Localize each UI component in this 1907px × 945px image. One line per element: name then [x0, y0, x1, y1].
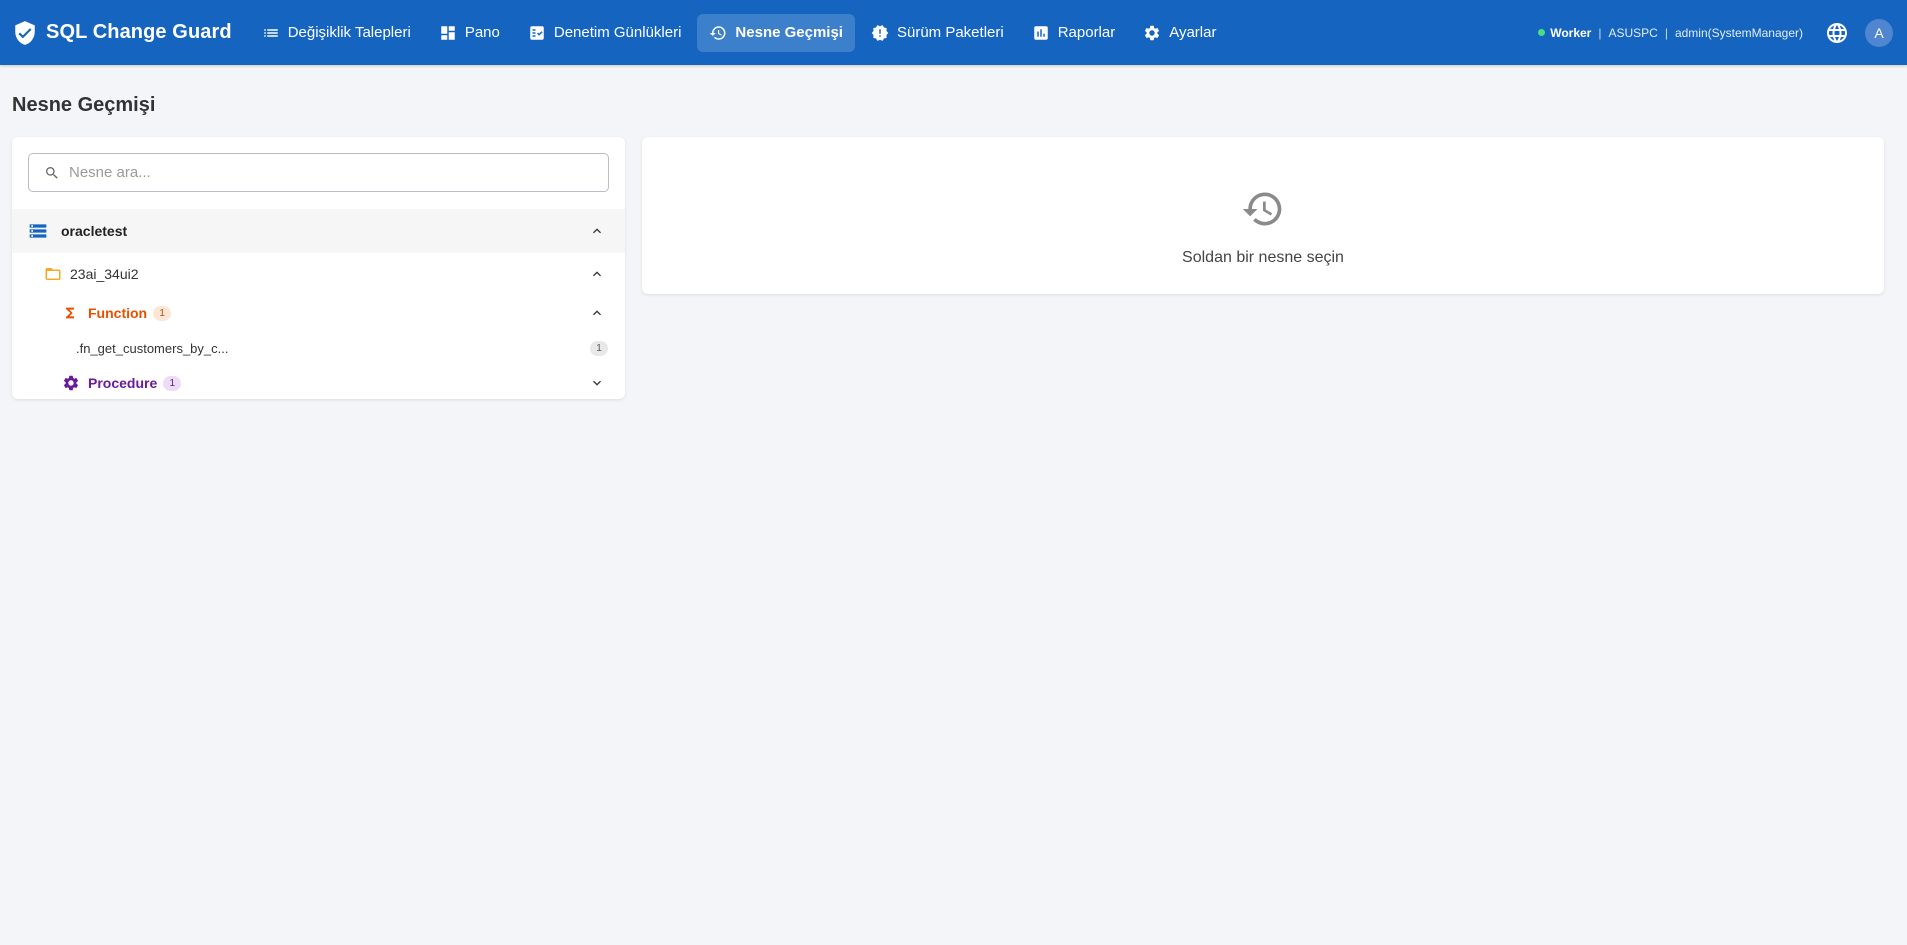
page-title: Nesne Geçmişi — [12, 94, 156, 116]
globe-icon[interactable] — [1825, 21, 1849, 45]
search-icon — [46, 166, 58, 179]
nav-item-surum-paketleri[interactable]: Sürüm Paketleri — [859, 14, 1016, 52]
count-badge: 1 — [163, 375, 182, 391]
sigma-icon — [66, 307, 74, 319]
nav-item-pano[interactable]: Pano — [427, 14, 512, 52]
tree-database-oracletest[interactable]: oracletest — [12, 209, 625, 253]
nav-item-ayarlar[interactable]: Ayarlar — [1131, 14, 1228, 52]
tree-object-function[interactable]: .fn_get_customers_by_c... 1 — [12, 331, 625, 365]
nav-item-label: Değişiklik Talepleri — [287, 24, 411, 41]
nav-item-label: Ayarlar — [1169, 24, 1217, 41]
nav-item-degisiklik-talepleri[interactable]: Değişiklik Talepleri — [250, 14, 423, 52]
tree-item-label: 23ai_34ui2 — [70, 266, 139, 282]
search-box — [28, 153, 609, 192]
avatar[interactable]: A — [1865, 18, 1893, 47]
database-icon — [29, 224, 47, 238]
object-detail-panel: Soldan bir nesne seçin — [642, 137, 1884, 294]
chevron-up-icon[interactable] — [589, 305, 605, 321]
tree-group-function[interactable]: Function 1 — [12, 294, 625, 332]
list-icon — [263, 28, 278, 37]
count-badge: 1 — [153, 305, 172, 321]
tree-schema[interactable]: 23ai_34ui2 — [12, 255, 625, 293]
chevron-up-icon[interactable] — [589, 223, 605, 239]
separator: | — [1664, 25, 1668, 40]
nav-item-label: Raporlar — [1057, 24, 1116, 41]
gear-icon — [1145, 25, 1160, 40]
tree-item-label: oracletest — [61, 223, 128, 239]
dashboard-icon — [441, 25, 455, 40]
chevron-down-icon[interactable] — [589, 375, 605, 391]
main-nav: Değişiklik Talepleri Pano Denetim Günlük… — [250, 0, 1233, 65]
gear-icon — [63, 375, 79, 391]
tree-item-label: .fn_get_customers_by_c... — [76, 340, 229, 356]
topbar-right: Worker | ASUSPC | admin(SystemManager) A — [1538, 0, 1907, 65]
empty-state-text: Soldan bir nesne seçin — [1182, 249, 1344, 266]
nav-item-label: Nesne Geçmişi — [735, 24, 843, 41]
shield-check-icon — [15, 20, 35, 45]
tree-item-label: Function — [88, 305, 148, 321]
nav-item-label: Sürüm Paketleri — [896, 24, 1004, 41]
nav-item-label: Denetim Günlükleri — [553, 24, 682, 41]
bar-chart-icon — [1033, 25, 1048, 40]
nav-item-nesne-gecmisi[interactable]: Nesne Geçmişi — [697, 13, 855, 52]
brand[interactable]: SQL Change Guard — [12, 20, 232, 46]
tree-item-label: Procedure — [88, 375, 158, 391]
version-count-badge: 1 — [590, 340, 608, 356]
folder-icon — [45, 268, 61, 280]
release-badge-icon — [871, 24, 889, 41]
worker-label: Worker — [1550, 25, 1592, 40]
tree-group-procedure[interactable]: Procedure 1 — [12, 367, 625, 399]
separator: | — [1598, 25, 1602, 40]
object-tree-panel: oracletest 23ai_34ui2 Function 1 .fn_get… — [12, 137, 625, 399]
search-input[interactable] — [69, 164, 589, 181]
app-title: SQL Change Guard — [46, 21, 232, 43]
top-navigation-bar: SQL Change Guard Değişiklik Talepleri Pa… — [0, 0, 1907, 65]
host-name: ASUSPC — [1608, 25, 1658, 40]
worker-status: Worker | ASUSPC | admin(SystemManager) — [1538, 26, 1803, 40]
history-icon — [710, 25, 726, 40]
nav-item-denetim-gunlukleri[interactable]: Denetim Günlükleri — [516, 14, 694, 52]
user-name: admin(SystemManager) — [1674, 25, 1803, 40]
history-icon — [1242, 192, 1282, 226]
nav-item-label: Pano — [464, 24, 500, 41]
worker-status-dot — [1538, 29, 1546, 36]
chevron-up-icon[interactable] — [589, 266, 605, 282]
nav-item-raporlar[interactable]: Raporlar — [1020, 14, 1128, 52]
audit-log-icon — [530, 25, 544, 40]
